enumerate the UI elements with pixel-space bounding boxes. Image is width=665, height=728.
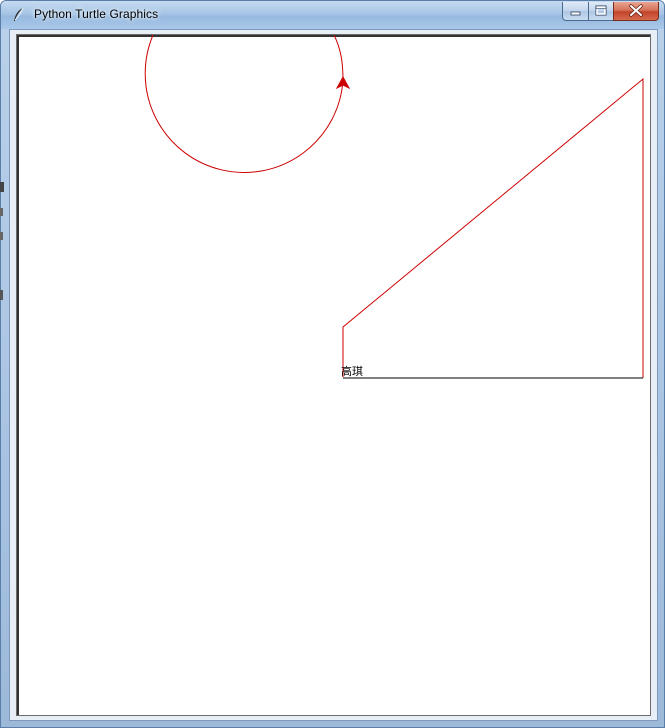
close-icon <box>629 4 643 17</box>
maximize-button[interactable] <box>588 2 614 21</box>
circle-path <box>144 35 344 173</box>
turtle-cursor-icon <box>335 75 351 90</box>
feather-icon <box>14 7 24 21</box>
close-button[interactable] <box>613 2 659 21</box>
background-window-fragment <box>0 182 4 300</box>
turtle-canvas[interactable]: 高琪 <box>16 34 651 716</box>
canvas-frame: 高琪 <box>9 29 658 721</box>
title-bar[interactable]: Python Turtle Graphics <box>1 1 664 29</box>
maximize-icon <box>595 5 607 16</box>
minimize-icon <box>570 11 581 16</box>
turtle-text-label: 高琪 <box>341 364 363 378</box>
minimize-button[interactable] <box>562 2 589 21</box>
app-window: Python Turtle Graphics 高琪 <box>0 0 665 728</box>
trapezoid-red-path <box>342 77 644 378</box>
turtle-drawing: 高琪 <box>144 35 644 379</box>
window-title: Python Turtle Graphics <box>34 7 159 21</box>
